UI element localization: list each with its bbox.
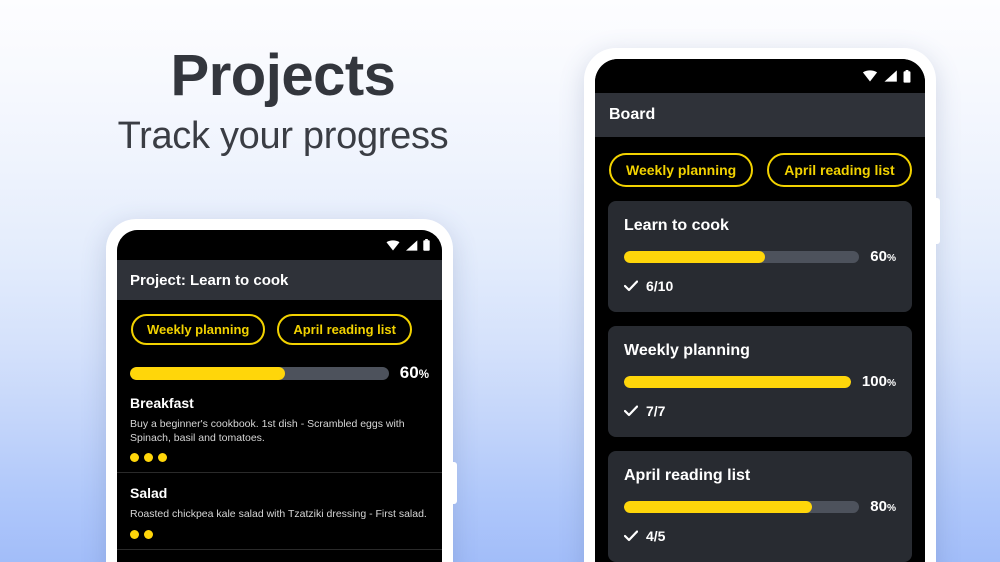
battery-icon (423, 239, 430, 251)
status-bar (117, 230, 442, 260)
dot-icon (144, 453, 153, 463)
progress-bar-track[interactable] (624, 250, 860, 263)
promo-banner: Projects Track your progress Project: Le… (0, 0, 1000, 562)
app-bar-right: Board (595, 93, 925, 137)
board-card-list: Learn to cook 60% 6/10 Weekly planning 100% 7… (595, 187, 925, 562)
check-icon (624, 530, 638, 542)
percent-value: 100 (861, 373, 887, 390)
task-description: Buy a beginner's cookbook. 1st dish - Sc… (130, 418, 405, 445)
progress-bar-track[interactable] (624, 375, 851, 388)
phone-mockup-right: Board Weekly planning April reading list… (584, 48, 940, 562)
phone-mockup-left: Project: Learn to cook Weekly planning A… (106, 219, 457, 562)
task-dot-indicators (130, 453, 429, 463)
cellular-signal-icon (884, 70, 897, 82)
app-bar-title: Board (609, 106, 656, 123)
percent-sign: % (418, 369, 429, 381)
progress-bar-fill (624, 500, 813, 513)
page-title: Projects (170, 43, 396, 108)
percent-sign: % (886, 253, 896, 264)
progress-percent-label: 100% (862, 373, 896, 390)
percent-value: 80 (870, 498, 887, 515)
progress-percent-label: 60% (870, 248, 896, 265)
dot-icon (130, 529, 139, 539)
dot-icon (144, 529, 153, 539)
phone-screen-left: Project: Learn to cook Weekly planning A… (117, 230, 442, 562)
board-card-title: April reading list (624, 467, 751, 484)
progress-bar-fill (130, 366, 286, 380)
battery-icon (903, 69, 911, 83)
chip-april-reading-list[interactable]: April reading list (277, 314, 412, 345)
percent-sign: % (886, 503, 896, 514)
progress-bar-track[interactable] (624, 500, 860, 513)
progress-bar-fill (624, 250, 766, 263)
project-progress-row: 60% (117, 345, 442, 383)
board-card[interactable]: April reading list 80% 4/5 (608, 451, 912, 562)
check-icon (624, 405, 638, 417)
board-card-progress-row: 60% (624, 248, 896, 265)
progress-percent-label: 80% (870, 498, 896, 515)
percent-value: 60 (870, 248, 887, 265)
chip-april-reading-list[interactable]: April reading list (767, 153, 912, 187)
headline-block: Projects Track your progress (0, 43, 566, 158)
app-bar-left: Project: Learn to cook (117, 260, 442, 300)
task-title: Salad (130, 485, 168, 502)
board-card-title: Weekly planning (624, 342, 750, 359)
app-bar-title: Project: Learn to cook (130, 271, 289, 289)
board-card-count: 6/10 (646, 278, 674, 294)
chip-row-left: Weekly planning April reading list (117, 300, 442, 345)
check-icon (624, 280, 638, 292)
task-list-item[interactable]: Salad Roasted chickpea kale salad with Tz… (117, 473, 442, 550)
chip-weekly-planning[interactable]: Weekly planning (609, 153, 754, 187)
phone-screen-right: Board Weekly planning April reading list… (595, 59, 925, 562)
chip-row-right: Weekly planning April reading list (595, 137, 925, 187)
board-card-count-row: 7/7 (624, 403, 896, 419)
status-bar (595, 59, 925, 93)
task-dot-indicators (130, 529, 429, 539)
task-list-item[interactable]: Breakfast Buy a beginner's cookbook. 1st … (117, 383, 442, 474)
page-subtitle: Track your progress (117, 114, 449, 157)
task-title: Breakfast (130, 395, 194, 411)
phone-side-button[interactable] (935, 198, 940, 244)
dot-icon (130, 453, 139, 463)
board-card-title: Learn to cook (624, 217, 729, 234)
progress-bar-fill (624, 375, 851, 388)
wifi-icon (386, 239, 400, 250)
board-card[interactable]: Learn to cook 60% 6/10 (608, 201, 912, 312)
board-card-count: 4/5 (646, 528, 666, 544)
task-list: Breakfast Buy a beginner's cookbook. 1st … (117, 383, 442, 550)
board-card-count-row: 6/10 (624, 278, 896, 294)
board-card-progress-row: 100% (624, 373, 896, 390)
cellular-signal-icon (406, 239, 418, 251)
board-card-count: 7/7 (646, 403, 666, 419)
board-card-count-row: 4/5 (624, 528, 896, 544)
board-card-progress-row: 80% (624, 498, 896, 515)
progress-bar-track[interactable] (130, 366, 389, 380)
dot-icon (158, 453, 167, 463)
progress-percent-label: 60% (399, 363, 429, 382)
task-description: Roasted chickpea kale salad with Tzatzik… (130, 508, 427, 521)
phone-side-button[interactable] (452, 462, 457, 504)
wifi-icon (862, 70, 878, 82)
chip-weekly-planning[interactable]: Weekly planning (131, 314, 266, 345)
percent-sign: % (886, 378, 896, 389)
board-card[interactable]: Weekly planning 100% 7/7 (608, 326, 912, 437)
